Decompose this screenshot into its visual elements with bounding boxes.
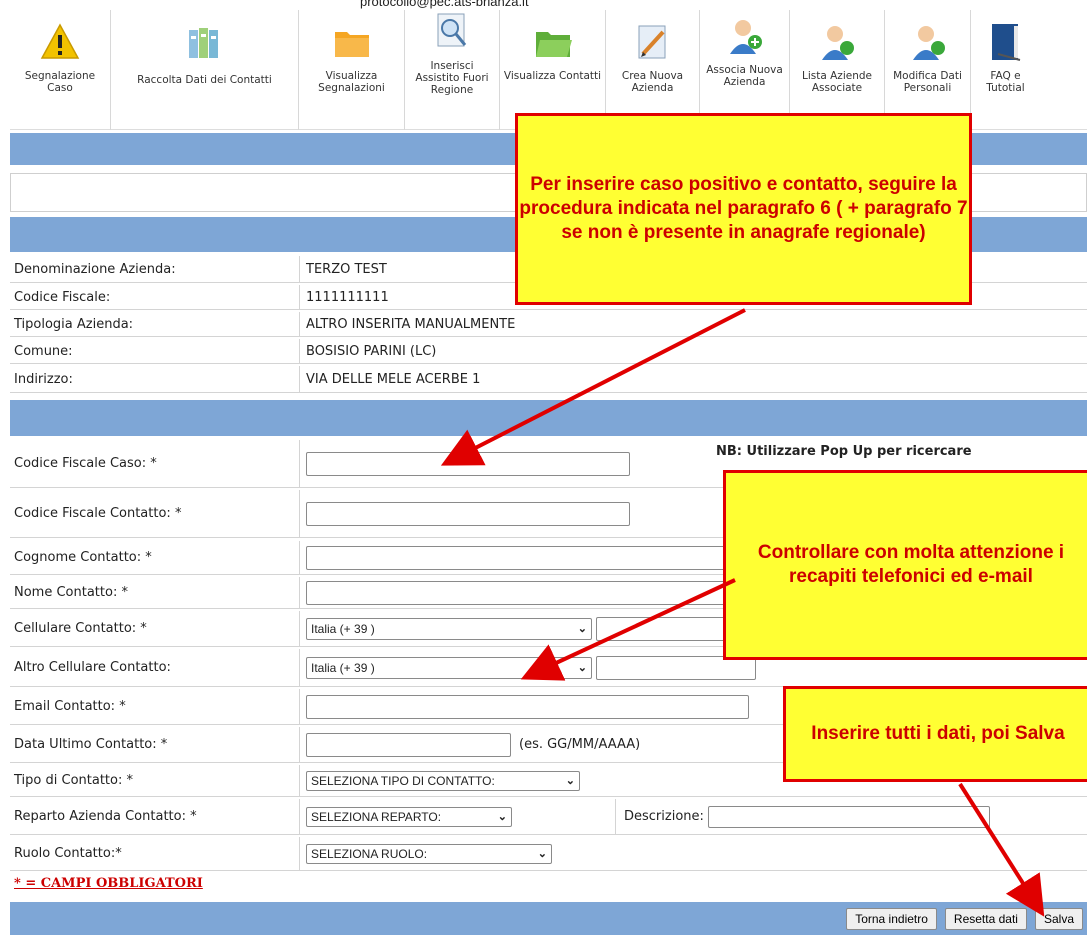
toolbar-item-associa-nuova-azienda[interactable]: Associa Nuova Azienda	[699, 10, 789, 130]
reparto-select[interactable]: SELEZIONA REPARTO: ⌄	[306, 806, 512, 827]
toolbar-label: Segnalazione Caso	[24, 70, 96, 94]
date-hint: (es. GG/MM/AAAA)	[519, 737, 641, 752]
company-row: Tipologia Azienda: ALTRO INSERITA MANUALM…	[10, 312, 1087, 337]
toolbar-item-modifica-dati-personali[interactable]: Modifica Dati Personali	[884, 10, 970, 130]
select-value: SELEZIONA TIPO DI CONTATTO:	[311, 773, 495, 788]
chevron-down-icon: ⌄	[565, 775, 575, 787]
descrizione-input[interactable]	[707, 805, 990, 828]
field-label: Tipologia Azienda:	[10, 312, 300, 336]
toolbar-label: Raccolta Dati dei Contatti	[137, 74, 272, 86]
field-label: Reparto Azienda Contatto: *	[10, 799, 300, 834]
toolbar-label: Inserisci Assistito Fuori Regione	[415, 60, 489, 96]
descrizione-label: Descrizione:	[624, 809, 704, 824]
footer-bar: Torna indietro Resetta dati Salva	[10, 902, 1087, 935]
nome-input[interactable]	[306, 580, 726, 605]
chevron-down-icon: ⌄	[497, 811, 507, 823]
toolbar-label: Associa Nuova Azienda	[706, 64, 783, 88]
callout-recapiti: Controllare con molta attenzione i recap…	[723, 470, 1087, 660]
tipo-contatto-select[interactable]: SELEZIONA TIPO DI CONTATTO: ⌄	[306, 770, 580, 791]
form-row-ruolo: Ruolo Contatto:* SELEZIONA RUOLO: ⌄	[10, 837, 1087, 871]
form-row-reparto: Reparto Azienda Contatto: * SELEZIONA RE…	[10, 799, 1087, 835]
toolbar-label: Visualizza Segnalazioni	[318, 70, 385, 94]
warning-icon	[38, 20, 82, 64]
field-value: VIA DELLE MELE ACERBE 1	[306, 371, 481, 387]
nb-note: NB: Utilizzare Pop Up per ricercare	[716, 444, 972, 459]
toolbar-item-visualizza-segnalazioni[interactable]: Visualizza Segnalazioni	[298, 10, 404, 130]
cf-contatto-input[interactable]	[306, 501, 630, 526]
user-edit-icon	[906, 20, 950, 64]
open-folder-icon	[531, 20, 575, 64]
chevron-down-icon: ⌄	[577, 662, 587, 674]
company-row: Comune: BOSISIO PARINI (LC)	[10, 339, 1087, 364]
toolbar-label: Visualizza Contatti	[503, 70, 602, 82]
toolbar-label: Crea Nuova Azienda	[621, 70, 684, 94]
field-label: Codice Fiscale Caso: *	[10, 440, 300, 487]
email-input[interactable]	[306, 694, 749, 719]
back-button[interactable]: Torna indietro	[846, 907, 937, 930]
book-icon	[984, 20, 1028, 64]
field-label: Tipo di Contatto: *	[10, 765, 300, 796]
toolbar-item-faq-tutorial[interactable]: FAQ e Tutotial	[970, 10, 1040, 130]
field-value: BOSISIO PARINI (LC)	[306, 343, 437, 359]
required-fields-note: * = CAMPI OBBLIGATORI	[14, 876, 203, 891]
chevron-down-icon: ⌄	[537, 848, 547, 860]
books-icon	[183, 20, 227, 64]
field-label: Indirizzo:	[10, 366, 300, 392]
section-header-bar	[10, 400, 1087, 436]
ruolo-select[interactable]: SELEZIONA RUOLO: ⌄	[306, 843, 552, 864]
company-row: Indirizzo: VIA DELLE MELE ACERBE 1	[10, 366, 1087, 393]
reset-button[interactable]: Resetta dati	[944, 907, 1027, 930]
search-doc-icon	[430, 10, 474, 54]
select-value: SELEZIONA RUOLO:	[311, 846, 428, 861]
field-label: Codice Fiscale Contatto: *	[10, 490, 300, 537]
field-label: Email Contatto: *	[10, 689, 300, 724]
field-label: Denominazione Azienda:	[10, 256, 300, 282]
data-ultimo-input[interactable]	[306, 732, 511, 757]
toolbar-item-crea-nuova-azienda[interactable]: Crea Nuova Azienda	[605, 10, 699, 130]
add-user-icon	[723, 14, 767, 58]
field-label: Nome Contatto: *	[10, 577, 300, 608]
field-label: Data Ultimo Contatto: *	[10, 727, 300, 762]
toolbar-label: Lista Aziende Associate	[802, 70, 872, 94]
toolbar-label: FAQ e Tutotial	[986, 70, 1025, 94]
user-icon	[815, 20, 859, 64]
toolbar-label: Modifica Dati Personali	[893, 70, 962, 94]
cellulare-prefix-select[interactable]: Italia (+ 39 ) ⌄	[306, 617, 592, 640]
toolbar-item-raccolta-dati[interactable]: Raccolta Dati dei Contatti	[110, 10, 298, 130]
toolbar-item-segnalazione-caso[interactable]: Segnalazione Caso	[10, 10, 110, 130]
field-label: Altro Cellulare Contatto:	[10, 649, 300, 686]
cognome-input[interactable]	[306, 545, 726, 570]
field-label: Cellulare Contatto: *	[10, 611, 300, 646]
main-toolbar: Segnalazione Caso Raccolta Dati dei Cont…	[10, 10, 1087, 130]
field-value: ALTRO INSERITA MANUALMENTE	[306, 316, 516, 332]
field-label: Ruolo Contatto:*	[10, 837, 300, 870]
select-value: Italia (+ 39 )	[311, 621, 375, 636]
header-email: protocollo@pec.ats-brianza.it	[360, 0, 529, 9]
field-label: Cognome Contatto: *	[10, 541, 300, 574]
select-value: SELEZIONA REPARTO:	[311, 809, 442, 824]
pencil-doc-icon	[631, 20, 675, 64]
altro-cellulare-prefix-select[interactable]: Italia (+ 39 ) ⌄	[306, 656, 592, 679]
save-button[interactable]: Salva	[1034, 907, 1083, 930]
folder-icon	[330, 20, 374, 64]
callout-salva: Inserire tutti i dati, poi Salva	[783, 686, 1087, 782]
cf-caso-input[interactable]	[306, 451, 630, 476]
callout-procedura: Per inserire caso positivo e contatto, s…	[515, 113, 972, 305]
select-value: Italia (+ 39 )	[311, 660, 375, 675]
toolbar-item-visualizza-contatti[interactable]: Visualizza Contatti	[499, 10, 605, 130]
chevron-down-icon: ⌄	[577, 623, 587, 635]
toolbar-item-inserisci-assistito[interactable]: Inserisci Assistito Fuori Regione	[404, 10, 499, 130]
field-label: Comune:	[10, 339, 300, 363]
toolbar-item-lista-aziende-associate[interactable]: Lista Aziende Associate	[789, 10, 884, 130]
field-label: Codice Fiscale:	[10, 285, 300, 309]
